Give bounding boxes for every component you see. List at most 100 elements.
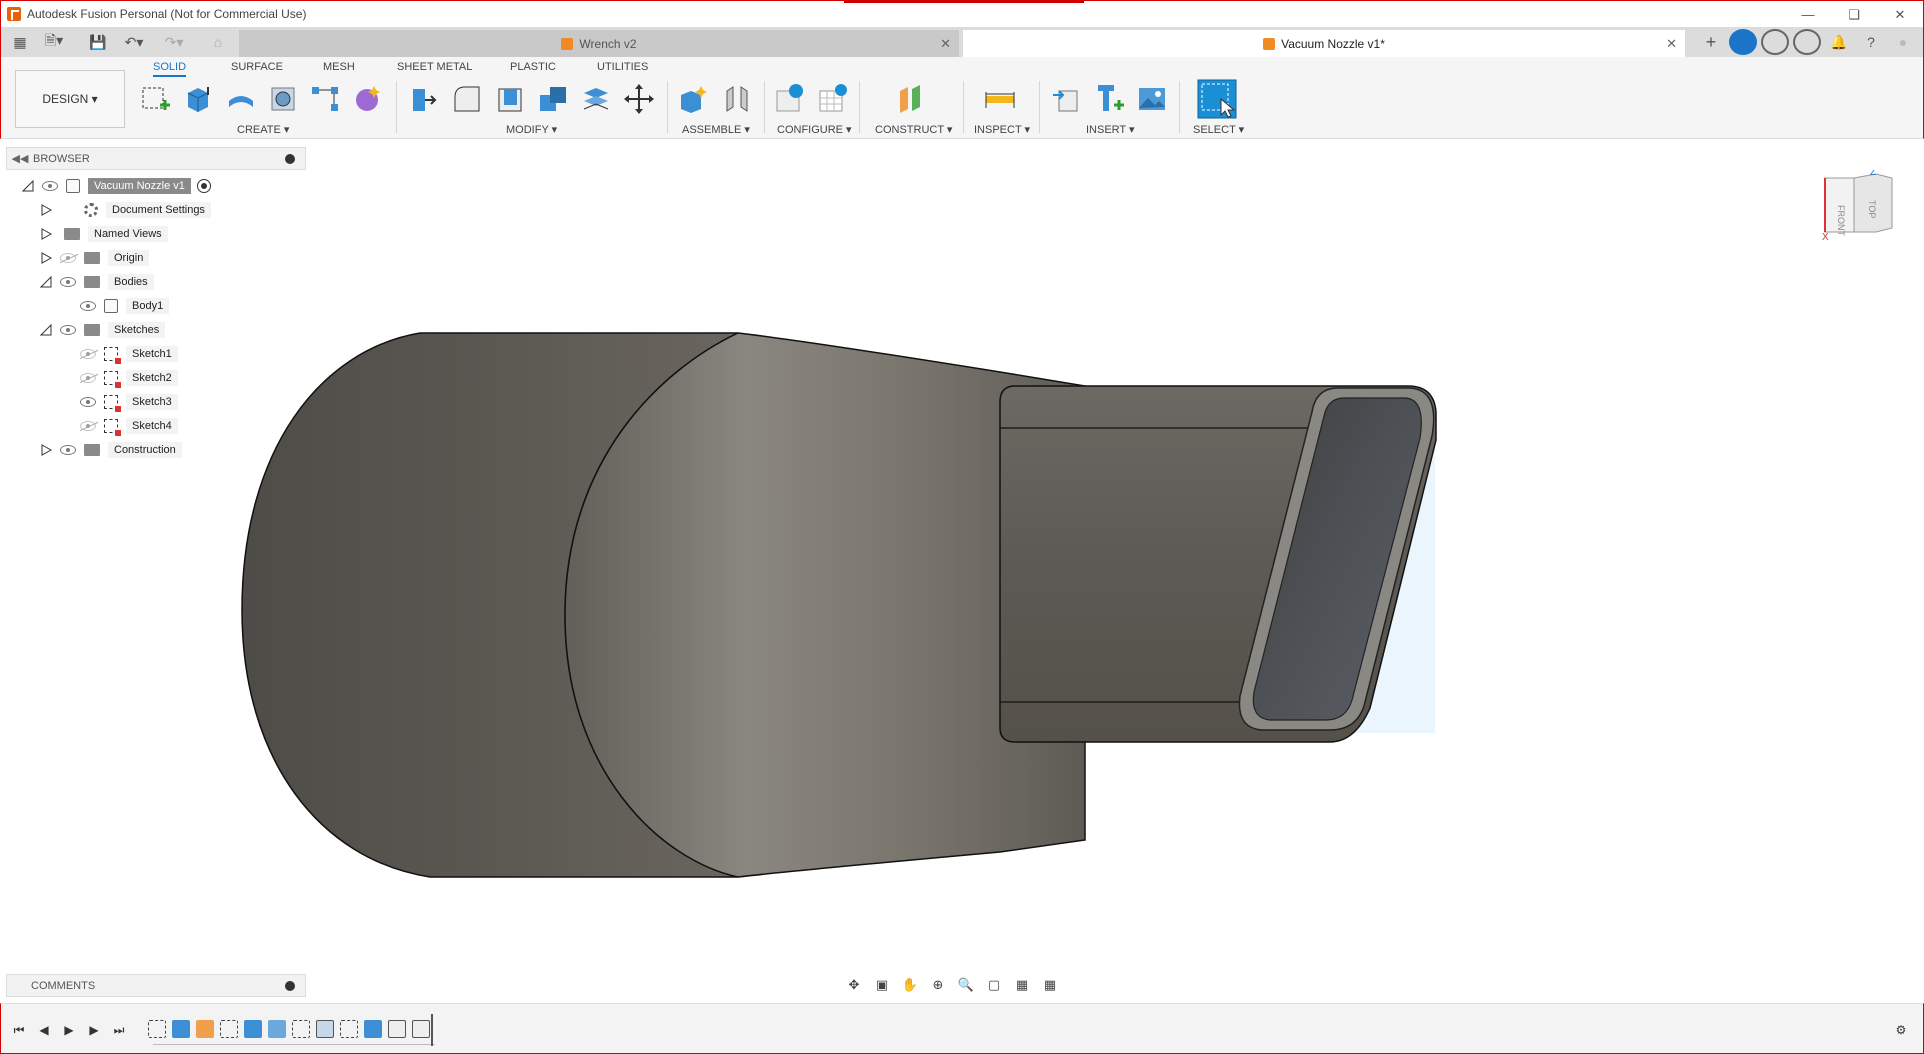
expanded-triangle-icon[interactable] xyxy=(40,276,52,288)
hole-icon[interactable] xyxy=(267,83,299,115)
user-avatar-icon[interactable]: ● xyxy=(1889,29,1917,55)
save-icon[interactable]: 💾 xyxy=(85,27,111,57)
visibility-eye-hidden-icon[interactable] xyxy=(60,253,76,263)
fillet-icon[interactable] xyxy=(451,83,483,115)
orbit-icon[interactable]: ✥ xyxy=(843,976,865,994)
step-forward-icon[interactable]: ▶ xyxy=(86,1022,102,1038)
go-to-start-icon[interactable]: ⏮ xyxy=(11,1022,27,1038)
tab-plastic[interactable]: PLASTIC xyxy=(510,61,556,73)
browser-panel-header[interactable]: ◀◀ BROWSER xyxy=(6,147,306,170)
notifications-icon[interactable]: 🔔 xyxy=(1825,29,1853,55)
shell-icon[interactable] xyxy=(494,83,526,115)
tab-surface[interactable]: SURFACE xyxy=(231,61,283,73)
step-back-icon[interactable]: ◀ xyxy=(36,1022,52,1038)
collapse-browser-icon[interactable]: ◀◀ xyxy=(7,152,33,165)
home-icon[interactable]: ⌂ xyxy=(205,27,231,57)
extensions-icon[interactable] xyxy=(1729,29,1757,55)
timeline-extrude[interactable] xyxy=(172,1020,190,1038)
expanded-triangle-icon[interactable] xyxy=(22,180,34,192)
browser-item-sketches[interactable]: Sketches xyxy=(40,320,166,340)
inspect-group-label[interactable]: INSPECT ▾ xyxy=(974,123,1030,136)
browser-item-sketch3[interactable]: Sketch3 xyxy=(80,392,178,412)
tab-mesh[interactable]: MESH xyxy=(323,61,355,73)
clock-icon[interactable] xyxy=(1793,29,1821,55)
new-component-icon[interactable] xyxy=(677,83,709,115)
rectangular-pattern-icon[interactable] xyxy=(309,83,341,115)
timeline-settings-icon[interactable]: ⚙ xyxy=(1893,1022,1909,1038)
browser-item-bodies[interactable]: Bodies xyxy=(40,272,154,292)
fit-icon[interactable]: 🔍 xyxy=(955,976,977,994)
timeline-plane[interactable] xyxy=(196,1020,214,1038)
tab-sheet-metal[interactable]: SHEET METAL xyxy=(397,61,472,73)
look-at-icon[interactable]: ▣ xyxy=(871,976,893,994)
visibility-eye-icon[interactable] xyxy=(60,325,76,335)
visibility-eye-hidden-icon[interactable] xyxy=(80,349,96,359)
play-icon[interactable]: ▶ xyxy=(61,1022,77,1038)
visibility-eye-icon[interactable] xyxy=(80,397,96,407)
offset-plane-icon[interactable] xyxy=(894,83,926,115)
close-tab-icon[interactable]: ✕ xyxy=(940,36,951,52)
timeline-sketch[interactable] xyxy=(220,1020,238,1038)
pan-icon[interactable]: ✋ xyxy=(899,976,921,994)
undo-icon[interactable]: ↶▾ xyxy=(121,27,147,57)
modify-group-label[interactable]: MODIFY ▾ xyxy=(506,123,557,136)
press-pull-icon[interactable] xyxy=(407,83,439,115)
tab-solid[interactable]: SOLID xyxy=(153,61,187,77)
tab-vacuum-nozzle[interactable]: Vacuum Nozzle v1* ✕ xyxy=(963,30,1685,57)
design-viewport[interactable] xyxy=(0,140,1924,1000)
close-tab-icon[interactable]: ✕ xyxy=(1666,36,1677,52)
viewports-icon[interactable]: ▦ xyxy=(1039,976,1061,994)
timeline-loft[interactable] xyxy=(268,1020,286,1038)
timeline-shell[interactable] xyxy=(316,1020,334,1038)
configure-group-label[interactable]: CONFIGURE ▾ xyxy=(777,123,852,136)
job-status-icon[interactable] xyxy=(1761,29,1789,55)
timeline-marker[interactable] xyxy=(431,1014,433,1046)
browser-item-construction[interactable]: Construction xyxy=(40,440,182,460)
app-grid-icon[interactable]: ▦ xyxy=(7,27,33,57)
close-icon[interactable]: ✕ xyxy=(1877,1,1923,28)
assemble-group-label[interactable]: ASSEMBLE ▾ xyxy=(682,123,750,136)
timeline-extrude[interactable] xyxy=(244,1020,262,1038)
create-group-label[interactable]: CREATE ▾ xyxy=(237,123,289,136)
timeline-sketch[interactable] xyxy=(340,1020,358,1038)
revolve-icon[interactable] xyxy=(225,83,257,115)
timeline-sketch[interactable] xyxy=(148,1020,166,1038)
restore-icon[interactable]: ❏ xyxy=(1831,1,1877,28)
insert-group-label[interactable]: INSERT ▾ xyxy=(1086,123,1135,136)
add-comment-icon[interactable] xyxy=(285,981,295,991)
select-icon[interactable] xyxy=(1197,79,1237,119)
tab-utilities[interactable]: UTILITIES xyxy=(597,61,648,73)
timeline-extrude[interactable] xyxy=(364,1020,382,1038)
grid-settings-icon[interactable]: ▦ xyxy=(1011,976,1033,994)
joint-icon[interactable] xyxy=(721,83,753,115)
collapsed-triangle-icon[interactable] xyxy=(40,228,52,240)
browser-item-origin[interactable]: Origin xyxy=(40,248,150,268)
activate-radio-icon[interactable] xyxy=(196,179,211,193)
construct-group-label[interactable]: CONSTRUCT ▾ xyxy=(875,123,952,136)
collapsed-triangle-icon[interactable] xyxy=(40,252,52,264)
select-group-label[interactable]: SELECT ▾ xyxy=(1193,123,1244,136)
timeline-fillet[interactable] xyxy=(412,1020,430,1038)
browser-item-named-views[interactable]: Named Views xyxy=(40,224,168,244)
collapsed-triangle-icon[interactable] xyxy=(40,204,52,216)
browser-item-document-settings[interactable]: Document Settings xyxy=(40,200,211,220)
insert-mcmaster-icon[interactable] xyxy=(1094,83,1126,115)
collapsed-triangle-icon[interactable] xyxy=(40,444,52,456)
extrude-icon[interactable] xyxy=(182,83,214,115)
browser-item-body1[interactable]: Body1 xyxy=(80,296,170,316)
create-sketch-icon[interactable] xyxy=(140,83,172,115)
measure-icon[interactable] xyxy=(984,83,1016,115)
browser-item-sketch1[interactable]: Sketch1 xyxy=(80,344,178,364)
file-menu-icon[interactable]: 🗎▾ xyxy=(41,27,67,57)
browser-root[interactable]: Vacuum Nozzle v1 xyxy=(22,176,211,196)
zoom-icon[interactable]: ⊕ xyxy=(927,976,949,994)
visibility-eye-hidden-icon[interactable] xyxy=(80,373,96,383)
view-cube[interactable]: FRONT TOP Z X xyxy=(1820,170,1900,240)
visibility-eye-icon[interactable] xyxy=(60,445,76,455)
create-form-icon[interactable] xyxy=(351,83,383,115)
visibility-eye-icon[interactable] xyxy=(42,181,58,191)
browser-item-sketch4[interactable]: Sketch4 xyxy=(80,416,178,436)
display-settings-icon[interactable]: ▢ xyxy=(983,976,1005,994)
browser-minimize-icon[interactable] xyxy=(285,154,295,164)
workspace-switcher[interactable]: DESIGN ▾ xyxy=(15,70,125,128)
